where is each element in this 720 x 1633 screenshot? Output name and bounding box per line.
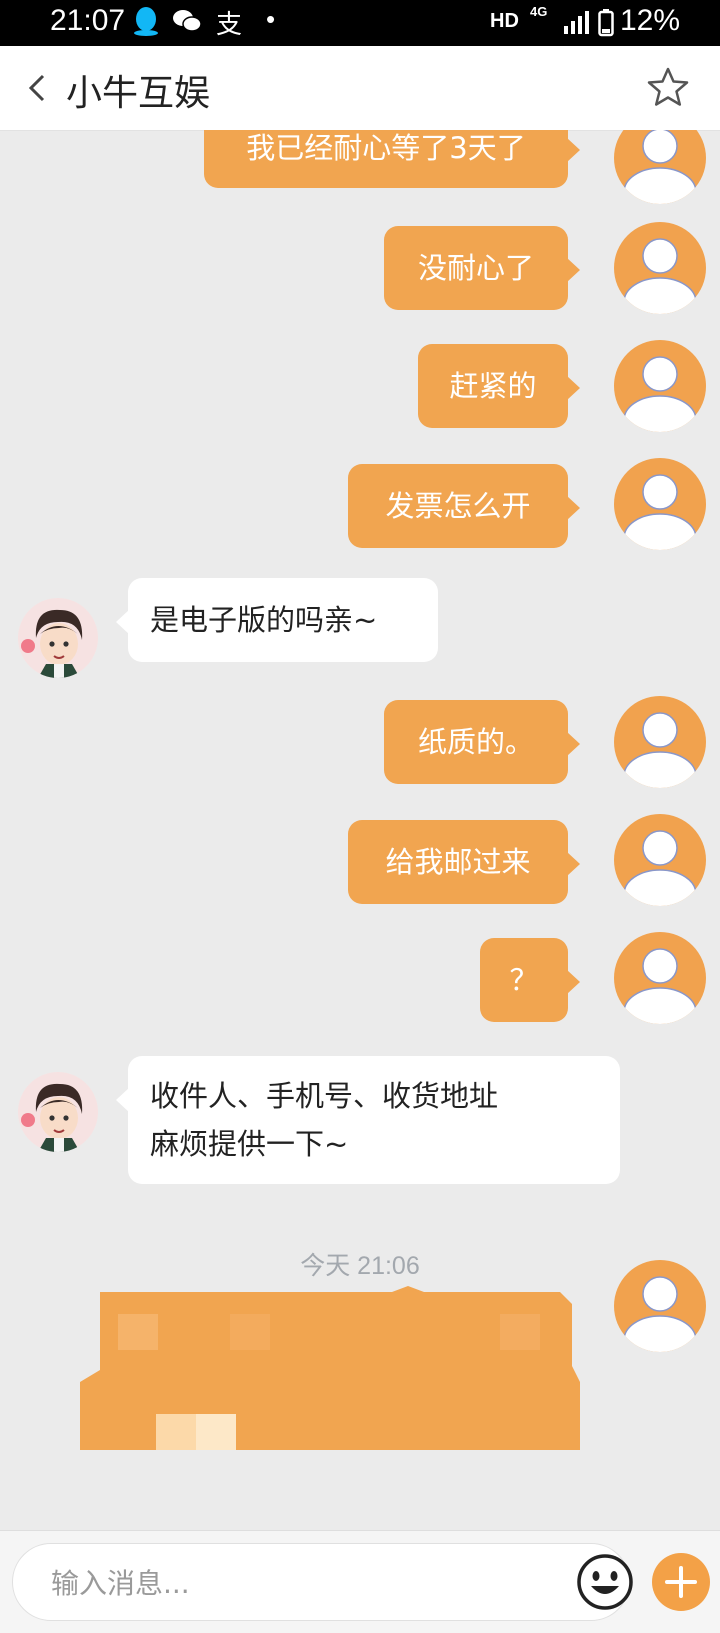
wechat-icon [172,8,202,39]
user-avatar-icon [623,830,697,906]
status-bar: 21:07 支 • HD 4G 12% [0,0,720,46]
message-bubble[interactable]: 我已经耐心等了3天了 [204,130,580,188]
message-bubble[interactable]: 给我邮过来 [348,820,580,904]
avatar[interactable] [614,1260,706,1352]
message-input-box[interactable] [12,1543,633,1621]
battery-percent: 12% [620,4,681,37]
avatar[interactable] [614,340,706,432]
message-text: 我已经耐心等了3天了 [246,131,526,165]
user-avatar-icon [623,712,697,788]
message-text-line: 麻烦提供一下~ [150,1127,349,1161]
message-bubble[interactable]: 没耐心了 [384,226,580,310]
avatar[interactable] [614,814,706,906]
message-bubble[interactable]: 是电子版的吗亲~ [116,578,438,662]
message-bubble[interactable]: 纸质的。 [384,700,580,784]
message-list[interactable]: 我已经耐心等了3天了 没耐心了 赶紧的 发票怎么开 是电子版的吗亲~ 纸质的。 … [0,130,720,1530]
message-input[interactable] [49,1560,553,1606]
message-text: 发票怎么开 [385,489,531,523]
input-bar [0,1530,720,1633]
timestamp: 今天 21:06 [300,1252,420,1280]
avatar[interactable] [614,696,706,788]
chat-header: 小牛互娱 [0,46,720,131]
emoji-button[interactable] [575,1552,635,1616]
anime-avatar-icon [18,598,98,678]
message-text: 给我邮过来 [385,845,531,879]
message-bubble[interactable]: ？ [480,938,580,1022]
redacted-message [80,1286,580,1450]
user-avatar-icon [623,1276,697,1352]
star-outline-icon [647,67,689,106]
anime-avatar-icon [18,1072,98,1152]
signal-icon [563,10,593,39]
agent-avatar[interactable] [18,598,98,678]
user-avatar-icon [623,356,697,432]
chat-title: 小牛互娱 [66,73,211,114]
user-avatar-icon [623,474,697,550]
avatar[interactable] [614,932,706,1024]
back-button[interactable] [26,68,48,112]
notification-dot: • [266,4,276,34]
user-avatar-icon [623,948,697,1024]
message-bubble[interactable]: 发票怎么开 [348,464,580,548]
message-text: ？ [509,963,539,997]
plus-icon [665,1566,697,1598]
message-text: 赶紧的 [449,369,537,403]
chevron-left-icon [28,74,45,102]
status-time: 21:07 [50,4,126,37]
message-bubble[interactable]: 收件人、手机号、收货地址 麻烦提供一下~ [116,1056,620,1184]
avatar[interactable] [614,222,706,314]
message-text: 没耐心了 [417,251,534,285]
message-bubble[interactable]: 赶紧的 [418,344,580,428]
message-text-line: 收件人、手机号、收货地址 [150,1079,499,1113]
avatar[interactable] [614,130,706,204]
more-button[interactable] [652,1553,710,1611]
qq-icon [132,6,160,41]
hd-indicator: HD [490,10,519,32]
message-text: 纸质的。 [417,725,534,759]
user-avatar-icon [623,130,697,204]
agent-avatar[interactable] [18,1072,98,1152]
message-text: 是电子版的吗亲~ [150,603,378,637]
emoji-icon [577,1554,633,1610]
avatar[interactable] [614,458,706,550]
network-indicator: 4G [530,4,548,19]
user-avatar-icon [623,238,697,314]
favorite-button[interactable] [646,66,690,112]
alipay-icon: 支 [216,10,243,40]
battery-icon [598,9,614,42]
